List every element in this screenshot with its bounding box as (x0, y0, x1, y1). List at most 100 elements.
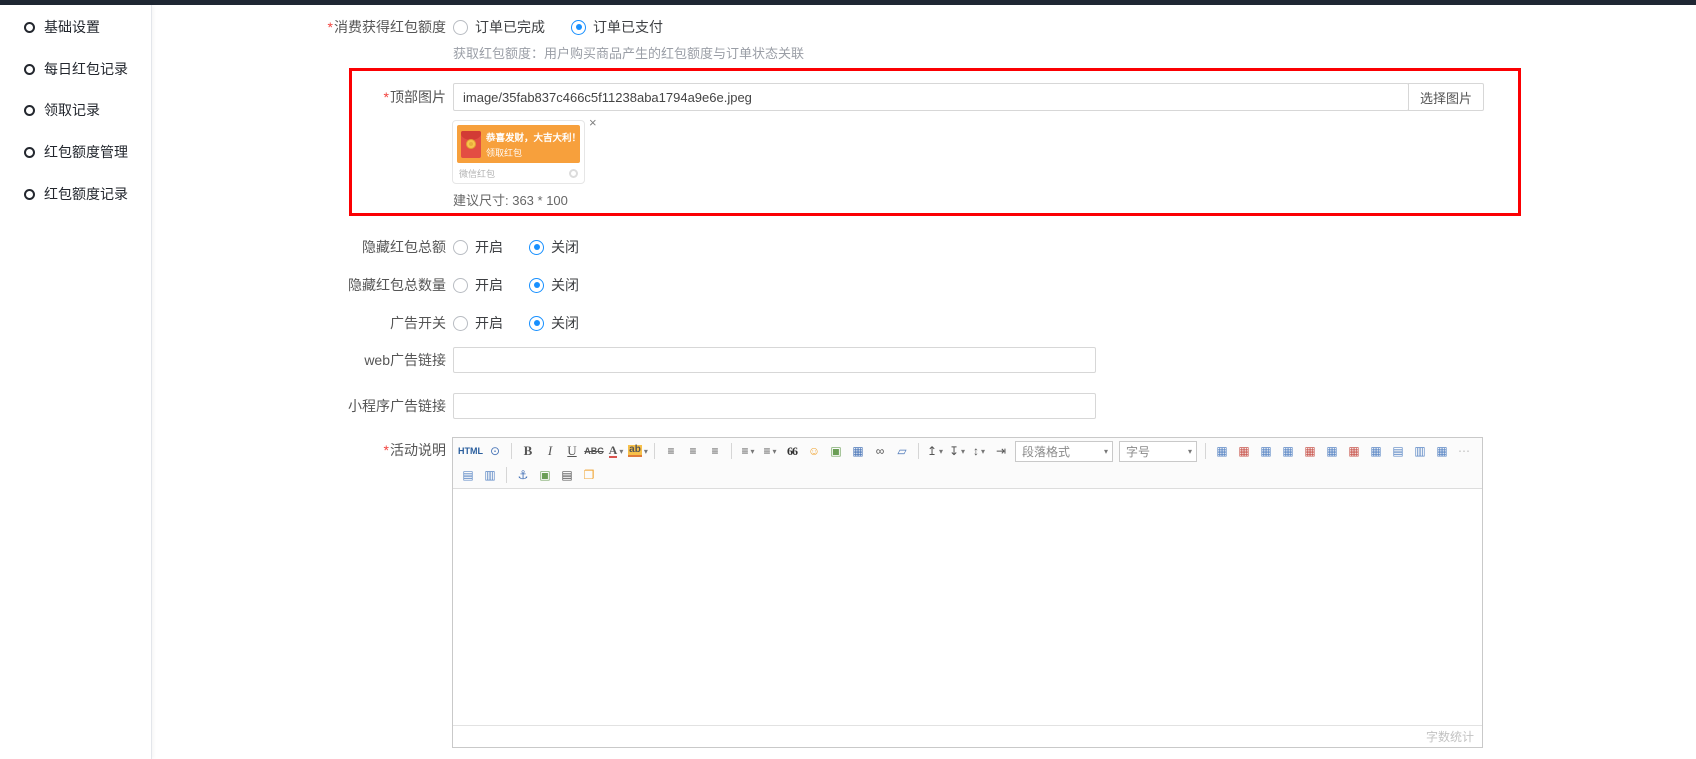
html-source-icon[interactable]: HTML (458, 441, 483, 461)
radio-selected-icon (529, 278, 544, 293)
split-row-icon[interactable]: ▤ (1388, 441, 1408, 461)
bold-icon[interactable]: B (518, 441, 538, 461)
banner-title: 恭喜发财，大吉大利！ (486, 130, 576, 144)
radio-unselected-icon (453, 20, 468, 35)
app-window: 基础设置 每日红包记录 领取记录 红包额度管理 红包额度记录 *消费获得红包额度… (0, 0, 1696, 759)
radio-ad-off[interactable]: 关闭 (529, 313, 579, 333)
font-size-select[interactable]: 字号▾ (1119, 441, 1197, 462)
preview-icon[interactable]: ⊙ (485, 441, 505, 461)
paste-icon[interactable]: ❐ (579, 465, 599, 485)
field-label-mini-ad-link: 小程序广告链接 (0, 396, 446, 416)
top-image-path-input[interactable] (453, 83, 1409, 111)
paragraph-format-select[interactable]: 段落格式▾ (1015, 441, 1113, 462)
image-map-icon[interactable]: ▣ (535, 465, 555, 485)
dropdown-caret-icon: ▾ (939, 447, 943, 456)
radio-selected-icon (571, 20, 586, 35)
sidebar-item-quota-records[interactable]: 红包额度记录 (24, 184, 128, 204)
delete-row-icon[interactable]: ▦ (1300, 441, 1320, 461)
merge-cells-icon[interactable]: ▦ (1366, 441, 1386, 461)
editor-content-area[interactable] (453, 489, 1482, 725)
margin-top-icon[interactable]: ↥▾ (925, 441, 945, 461)
dropdown-caret-icon: ▾ (619, 447, 623, 456)
field-label-hide-total-count: 隐藏红包总数量 (0, 275, 446, 295)
delete-column-icon[interactable]: ▦ (1344, 441, 1364, 461)
delete-table-icon[interactable]: ▦ (1234, 441, 1254, 461)
radio-ad-on[interactable]: 开启 (453, 313, 503, 333)
row-ad-switch: 广告开关 开启 关闭 (0, 312, 1696, 334)
radio-hide-amount-off[interactable]: 关闭 (529, 237, 579, 257)
insert-column-icon[interactable]: ▦ (1322, 441, 1342, 461)
circle-bullet-icon (24, 189, 35, 200)
radio-hide-amount-on[interactable]: 开启 (453, 237, 503, 257)
align-center-icon[interactable]: ≡ (683, 441, 703, 461)
remove-format-icon[interactable]: ▱ (892, 441, 912, 461)
editor-footer: 字数统计 (453, 725, 1482, 747)
dropdown-caret-icon: ▾ (961, 447, 965, 456)
emoji-icon[interactable]: ☺ (804, 441, 824, 461)
toolbar-separator (1205, 443, 1206, 459)
wechat-redpacket-label: 微信红包 (459, 167, 495, 180)
radio-order-completed[interactable]: 订单已完成 (453, 17, 545, 37)
top-dark-bar (0, 0, 1696, 5)
margin-bottom-icon[interactable]: ↧▾ (947, 441, 967, 461)
column-lines-icon[interactable]: ▥ (480, 465, 500, 485)
banner-subtitle: 领取红包 (486, 146, 576, 159)
row-mini-ad-link: 小程序广告链接 (0, 393, 1696, 419)
unordered-list-icon[interactable]: ≡▾ (760, 441, 780, 461)
dropdown-caret-icon: ▾ (1104, 447, 1108, 456)
indent-icon[interactable]: ⇥ (991, 441, 1011, 461)
print-icon[interactable]: ▤ (557, 465, 577, 485)
remove-image-button[interactable]: × (589, 116, 597, 129)
circle-badge-icon (569, 169, 578, 178)
mini-ad-link-input[interactable] (453, 393, 1096, 419)
radio-hide-count-off[interactable]: 关闭 (529, 275, 579, 295)
italic-icon[interactable]: I (540, 441, 560, 461)
size-hint-text: 建议尺寸: 363 * 100 (453, 190, 568, 209)
strikethrough-icon[interactable]: ABC (584, 441, 604, 461)
select-image-button[interactable]: 选择图片 (1408, 83, 1484, 111)
preview-footer: 微信红包 (457, 163, 580, 180)
insert-link-icon[interactable]: ∞ (870, 441, 890, 461)
anchor-icon[interactable]: ⚓ (513, 465, 533, 485)
insert-image-icon[interactable]: ▣ (826, 441, 846, 461)
banner-text: 恭喜发财，大吉大利！ 领取红包 (486, 130, 576, 159)
toolbar-row-1: HTML ⊙ B I U ABC A▾ ab▾ ≡ ≡ ≡ ≡▾ ≡▾ 66 ☺… (457, 439, 1478, 463)
align-left-icon[interactable]: ≡ (661, 441, 681, 461)
cell-properties-icon[interactable]: ▦ (1256, 441, 1276, 461)
radio-selected-icon (529, 316, 544, 331)
toolbar-separator (506, 467, 507, 483)
align-right-icon[interactable]: ≡ (705, 441, 725, 461)
circle-bullet-icon (24, 147, 35, 158)
sidebar-item-daily-redpacket-records[interactable]: 每日红包记录 (24, 59, 128, 79)
required-mark: * (328, 19, 333, 35)
font-color-icon[interactable]: A▾ (606, 441, 626, 461)
ordered-list-icon[interactable]: ≡▾ (738, 441, 758, 461)
row-consume-quota: *消费获得红包额度 订单已完成 订单已支付 (0, 16, 1696, 38)
row-lines-icon[interactable]: ▤ (458, 465, 478, 485)
highlight-color-icon[interactable]: ab▾ (628, 441, 648, 461)
underline-icon[interactable]: U (562, 441, 582, 461)
toolbar-row-2: ▤ ▥ ⚓ ▣ ▤ ❐ (457, 463, 1478, 487)
circle-bullet-icon (24, 64, 35, 75)
radio-order-paid[interactable]: 订单已支付 (571, 17, 663, 37)
sidebar-item-quota-management[interactable]: 红包额度管理 (24, 142, 128, 162)
insert-media-icon[interactable]: ▦ (848, 441, 868, 461)
dropdown-caret-icon: ▾ (644, 447, 648, 456)
redpacket-banner: 恭喜发财，大吉大利！ 领取红包 (457, 125, 580, 163)
line-height-icon[interactable]: ↕▾ (969, 441, 989, 461)
radio-hide-count-on[interactable]: 开启 (453, 275, 503, 295)
table-grid-icon[interactable]: ▦ (1432, 441, 1452, 461)
sidebar-item-label: 每日红包记录 (44, 59, 128, 79)
editor-toolbar: HTML ⊙ B I U ABC A▾ ab▾ ≡ ≡ ≡ ≡▾ ≡▾ 66 ☺… (453, 438, 1482, 489)
insert-row-above-icon[interactable]: ▦ (1278, 441, 1298, 461)
blockquote-icon[interactable]: 66 (782, 441, 802, 461)
split-column-icon[interactable]: ▥ (1410, 441, 1430, 461)
row-hide-total-count: 隐藏红包总数量 开启 关闭 (0, 274, 1696, 296)
gold-coin-icon (466, 139, 476, 149)
field-label-hide-total-amount: 隐藏红包总额 (0, 237, 446, 257)
toolbar-more-icon[interactable]: ⋯ (1454, 441, 1474, 461)
field-label-top-image: *顶部图片 (0, 87, 446, 107)
field-label-activity-desc: *活动说明 (0, 440, 446, 460)
insert-table-icon[interactable]: ▦ (1212, 441, 1232, 461)
web-ad-link-input[interactable] (453, 347, 1096, 373)
